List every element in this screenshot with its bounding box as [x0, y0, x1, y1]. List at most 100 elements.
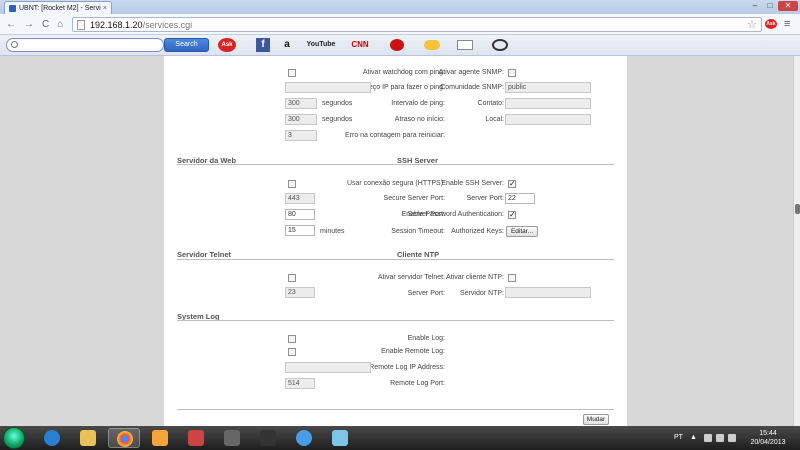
ping-ip-field[interactable]	[285, 82, 371, 93]
ask-logo-icon[interactable]: Ask	[218, 38, 236, 52]
maximize-button[interactable]: □	[763, 1, 777, 11]
home-icon[interactable]: ⌂	[57, 19, 63, 30]
angry-birds-icon[interactable]	[390, 39, 404, 51]
amazon-icon[interactable]: a	[281, 38, 293, 52]
remote-log-ip-field[interactable]	[285, 362, 371, 373]
volume-icon[interactable]	[716, 434, 724, 442]
chrome-icon	[117, 431, 133, 447]
notepad-icon	[332, 430, 348, 446]
tray-arrow-icon[interactable]: ▲	[690, 434, 698, 442]
taskbar-explorer[interactable]	[72, 428, 104, 448]
ask-extension-icon[interactable]: Ask	[765, 19, 777, 29]
taskbar-chrome[interactable]	[108, 428, 140, 448]
facebook-icon[interactable]: f	[256, 38, 270, 52]
browser-menu-icon[interactable]: ≡	[784, 18, 790, 30]
ping-watchdog-checkbox[interactable]	[288, 69, 296, 77]
section-divider	[177, 320, 614, 321]
youtube-icon[interactable]: YouTube	[305, 38, 337, 52]
ssh-port-field[interactable]: 22	[505, 193, 535, 204]
ssh-password-label: Enable Password Authentication:	[401, 211, 504, 218]
window-close-button[interactable]: ✕	[778, 1, 798, 11]
snmp-enable-checkbox[interactable]	[508, 69, 516, 77]
ubnt-favicon-icon	[9, 4, 16, 12]
secure-port-label: Secure Server Port:	[383, 195, 445, 202]
minimize-button[interactable]: –	[748, 1, 762, 11]
ping-interval-label: Intervalo de ping:	[391, 100, 445, 107]
folder-icon	[80, 430, 96, 446]
battery-icon[interactable]	[728, 434, 736, 442]
snmp-contact-field[interactable]	[505, 98, 591, 109]
telnet-section-title: Servidor Telnet	[177, 250, 232, 259]
ntp-section-title: Cliente NTP	[397, 250, 440, 259]
telnet-enable-checkbox[interactable]	[288, 274, 296, 282]
telnet-port-field[interactable]: 23	[285, 287, 315, 298]
telnet-port-label: Server Port:	[407, 290, 445, 297]
secure-port-field[interactable]: 443	[285, 193, 315, 204]
remote-log-ip-label: Remote Log IP Address:	[369, 364, 445, 371]
taskbar-ie[interactable]	[36, 428, 68, 448]
internet-explorer-icon	[44, 430, 60, 446]
radio-icon[interactable]	[492, 39, 508, 51]
clock[interactable]: 15:44 20/04/2013	[748, 429, 788, 447]
cnn-icon[interactable]: CNN	[348, 38, 372, 52]
reload-icon[interactable]: C	[42, 19, 49, 30]
taskbar-app6[interactable]	[216, 428, 248, 448]
ssh-port-label: Server Port:	[466, 195, 504, 202]
taskbar-app5[interactable]	[180, 428, 212, 448]
session-timeout-unit: minutes	[320, 228, 345, 235]
ping-interval-unit: segundos	[322, 100, 353, 107]
ntp-enable-label: Ativar cliente NTP:	[446, 274, 504, 281]
remote-log-port-field[interactable]: 514	[285, 378, 315, 389]
enable-log-checkbox[interactable]	[288, 335, 296, 343]
scrollbar-thumb[interactable]	[795, 204, 800, 214]
taskbar-app8[interactable]	[288, 428, 320, 448]
address-bar[interactable]: 192.168.1.20/services.cgi	[72, 17, 762, 32]
tab-title: UBNT: [Rocket M2] - Servi	[19, 4, 101, 12]
bookmark-star-icon[interactable]: ☆	[747, 18, 757, 31]
change-button[interactable]: Mudar	[583, 414, 609, 425]
url-path: /services.cgi	[142, 19, 193, 30]
snmp-location-field[interactable]	[505, 114, 591, 125]
clock-time: 15:44	[759, 430, 777, 437]
snmp-community-field[interactable]: public	[505, 82, 591, 93]
forward-icon[interactable]: →	[24, 19, 34, 30]
page-scrollbar[interactable]	[793, 56, 800, 426]
https-label: Usar conexão segura (HTTPS):	[346, 180, 445, 187]
remote-log-checkbox[interactable]	[288, 348, 296, 356]
ntp-enable-checkbox[interactable]	[508, 274, 516, 282]
url-host: 192.168.1.20	[90, 19, 143, 30]
session-timeout-field[interactable]: 15	[285, 225, 315, 236]
https-checkbox[interactable]	[288, 180, 296, 188]
tab-close-button[interactable]: ×	[103, 5, 107, 12]
ask-search-button[interactable]: Search	[164, 38, 209, 52]
snmp-location-label: Local:	[485, 116, 504, 123]
weather-icon[interactable]	[424, 40, 440, 50]
start-button[interactable]	[3, 427, 25, 449]
snmp-community-label: Comunidade SNMP:	[440, 84, 504, 91]
edit-keys-button[interactable]: Editar...	[506, 226, 538, 237]
ping-errors-field[interactable]: 3	[285, 130, 317, 141]
browser-titlebar: UBNT: [Rocket M2] - Servi × – □ ✕	[0, 0, 800, 14]
ping-interval-field[interactable]: 300	[285, 98, 317, 109]
browser-tab[interactable]: UBNT: [Rocket M2] - Servi ×	[4, 1, 112, 14]
web-port-field[interactable]: 80	[285, 209, 315, 220]
taskbar-app7[interactable]	[252, 428, 284, 448]
ask-search-input[interactable]	[6, 38, 164, 52]
session-timeout-label: Session Timeout:	[391, 228, 445, 235]
ntp-server-field[interactable]	[505, 287, 591, 298]
mail-icon[interactable]	[457, 40, 473, 50]
taskbar-media[interactable]	[144, 428, 176, 448]
character-icon	[260, 430, 276, 446]
language-indicator[interactable]: PT	[674, 434, 683, 441]
cube-icon	[188, 430, 204, 446]
section-divider	[177, 164, 614, 165]
ssh-password-checkbox[interactable]: ✓	[508, 211, 516, 219]
section-divider	[177, 259, 614, 260]
ping-delay-field[interactable]: 300	[285, 114, 317, 125]
taskbar-app9[interactable]	[324, 428, 356, 448]
remote-log-port-label: Remote Log Port:	[390, 380, 445, 387]
network-icon[interactable]	[704, 434, 712, 442]
authorized-keys-label: Authorized Keys:	[451, 228, 504, 235]
ssh-enable-checkbox[interactable]: ✓	[508, 180, 516, 188]
back-icon[interactable]: ←	[6, 19, 16, 30]
